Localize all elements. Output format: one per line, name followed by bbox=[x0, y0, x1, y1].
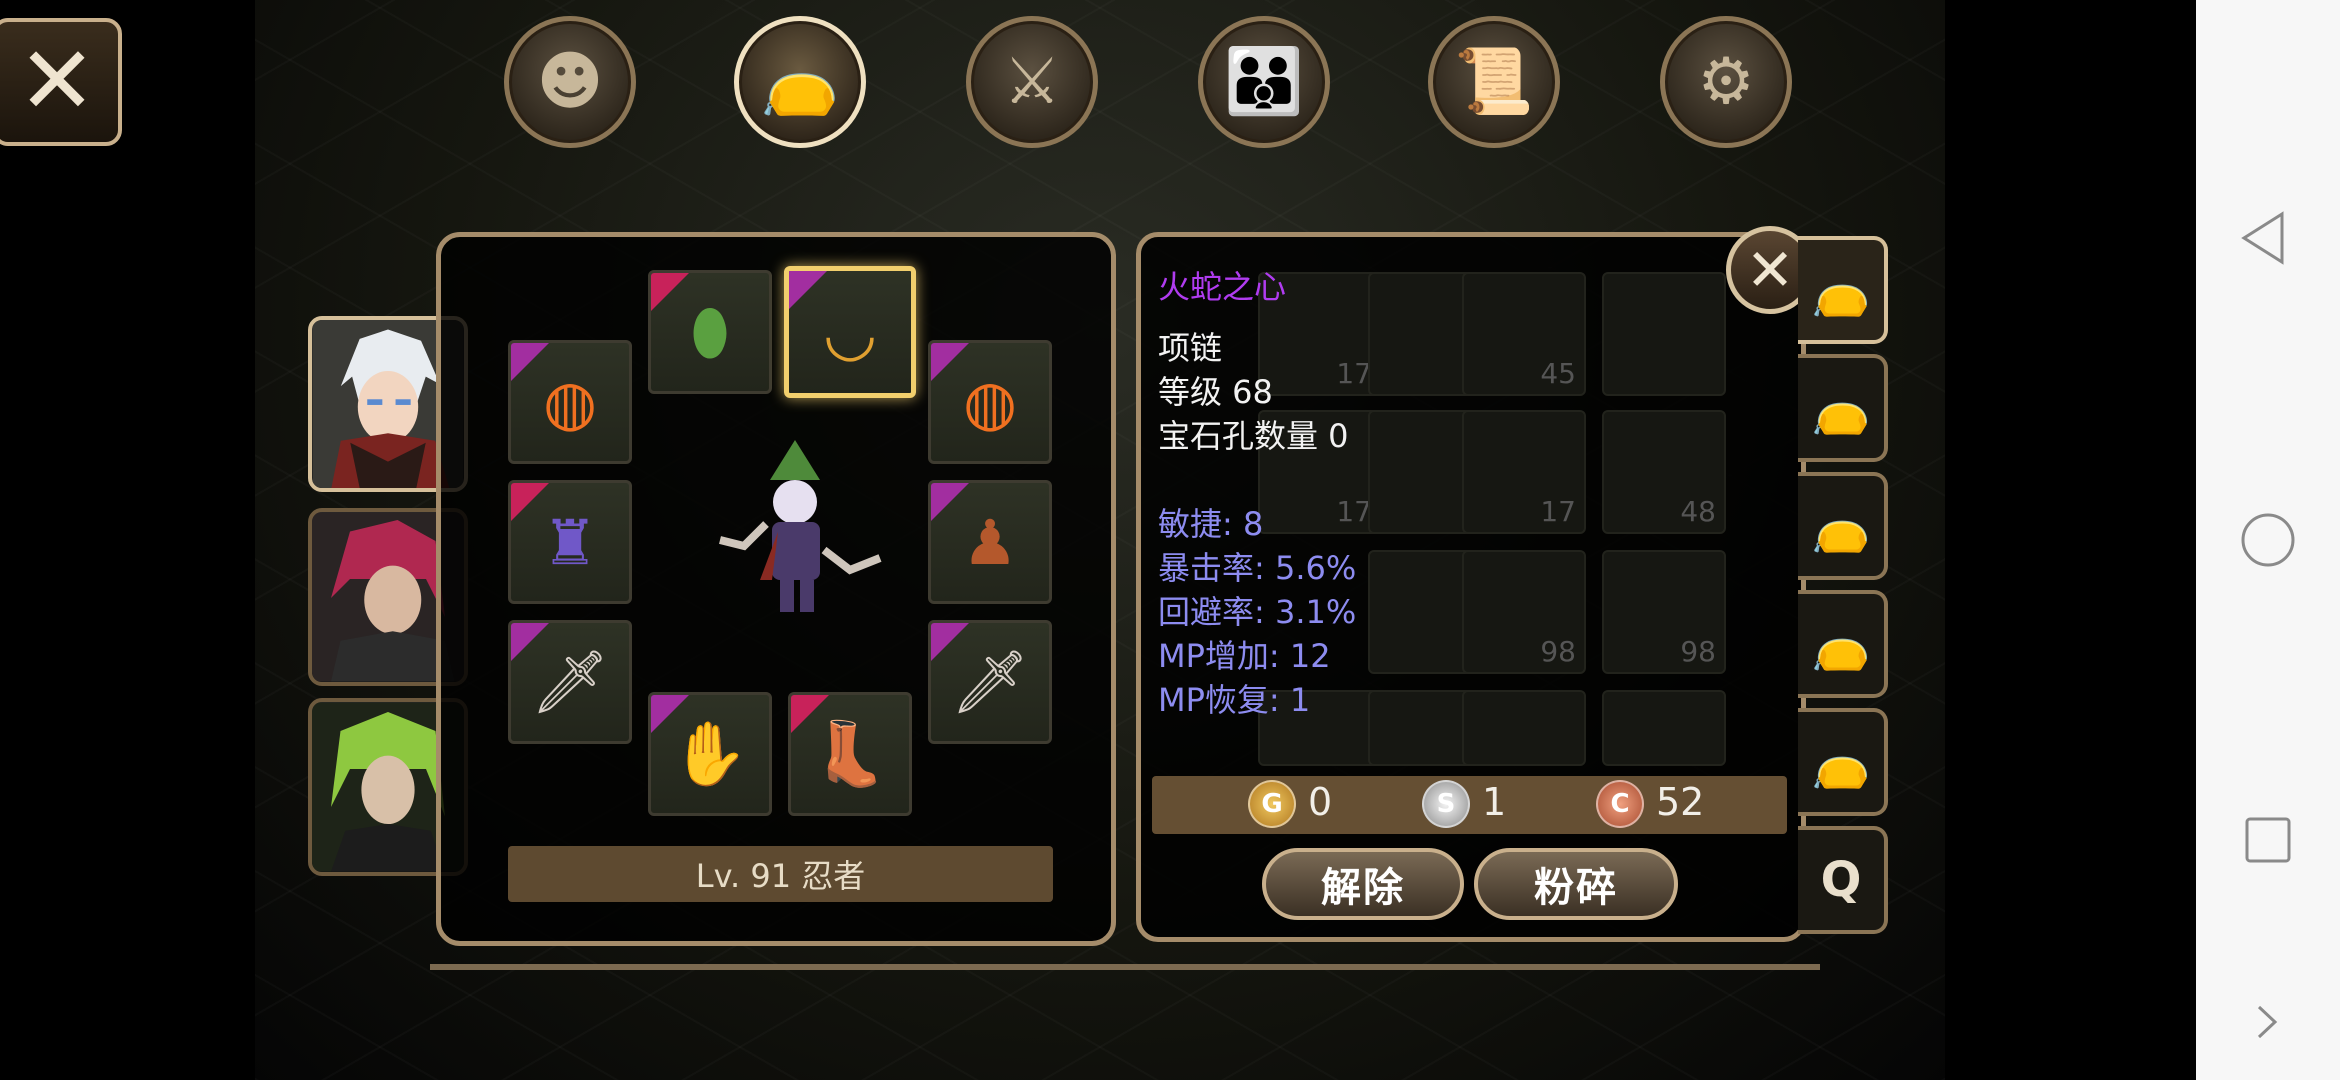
brown-vest-icon: ♟ bbox=[962, 505, 1018, 579]
inventory-cell[interactable]: 98 bbox=[1462, 550, 1586, 674]
bag-icon: 👝 bbox=[1811, 734, 1871, 791]
close-icon: ✕ bbox=[1745, 236, 1795, 304]
home-icon[interactable] bbox=[2240, 512, 2296, 568]
inventory-cell[interactable]: 98 bbox=[1602, 550, 1726, 674]
green-hood-icon: ⬮ bbox=[690, 295, 730, 368]
back-icon[interactable] bbox=[2238, 210, 2288, 266]
inventory-cell[interactable] bbox=[1602, 690, 1726, 766]
equip-slot-helmet[interactable]: ⬮ bbox=[648, 270, 772, 394]
item-stat: 暴击率: 5.6% bbox=[1158, 549, 1357, 587]
equip-slot-necklace[interactable]: ◡ bbox=[784, 266, 916, 398]
equip-slot-cloak[interactable]: ♟ bbox=[928, 480, 1052, 604]
tab-inventory[interactable]: 👝 bbox=[734, 16, 866, 148]
bag-tab-quest[interactable]: Q bbox=[1798, 826, 1888, 934]
fire-ring-icon: ◍ bbox=[962, 365, 1018, 439]
equip-slot-boots[interactable]: 👢 bbox=[788, 692, 912, 816]
item-sockets: 宝石孔数量 0 bbox=[1158, 417, 1349, 455]
item-stat: MP增加: 12 bbox=[1158, 637, 1331, 675]
tab-quest[interactable]: 📜 bbox=[1428, 16, 1560, 148]
item-stat: 回避率: 3.1% bbox=[1158, 593, 1357, 631]
bag-icon: 👝 bbox=[1811, 380, 1871, 437]
item-stat: 敏捷: 8 bbox=[1158, 505, 1264, 543]
bag-tab-3[interactable]: 👝 bbox=[1798, 472, 1888, 580]
recents-icon[interactable] bbox=[2244, 816, 2292, 864]
item-count: 98 bbox=[1540, 635, 1576, 668]
item-stat: MP恢复: 1 bbox=[1158, 681, 1311, 719]
gauntlet-icon: ✋ bbox=[671, 717, 749, 790]
tab-character[interactable]: ☻ bbox=[504, 16, 636, 148]
system-navigation-bar bbox=[2196, 0, 2340, 1080]
necklace-icon: ◡ bbox=[822, 295, 878, 369]
fire-ring-icon: ◍ bbox=[542, 365, 598, 439]
bag-tab-5[interactable]: 👝 bbox=[1798, 708, 1888, 816]
equip-slot-gloves[interactable]: ✋ bbox=[648, 692, 772, 816]
bag-icon: 👝 bbox=[1811, 262, 1871, 319]
item-level: 等级 68 bbox=[1158, 373, 1273, 411]
gold-amount: 0 bbox=[1308, 780, 1333, 824]
inventory-cell[interactable] bbox=[1462, 690, 1586, 766]
character-level-class: Lv. 91 忍者 bbox=[508, 846, 1053, 902]
chevron-right-icon[interactable] bbox=[2254, 1004, 2280, 1040]
equip-slot-ring-right[interactable]: ◍ bbox=[928, 340, 1052, 464]
item-count: 45 bbox=[1540, 357, 1576, 390]
divider bbox=[430, 964, 1820, 970]
item-count: 17 bbox=[1336, 495, 1372, 528]
equip-slot-weapon-right[interactable]: 🗡 bbox=[928, 620, 1052, 744]
item-count: 98 bbox=[1680, 635, 1716, 668]
silver-coin-icon: S bbox=[1422, 780, 1470, 828]
item-name: 火蛇之心 bbox=[1158, 268, 1287, 306]
item-count: 17 bbox=[1540, 495, 1576, 528]
equip-slot-ring-left[interactable]: ◍ bbox=[508, 340, 632, 464]
bag-tab-2[interactable]: 👝 bbox=[1798, 354, 1888, 462]
gold-coin-icon: G bbox=[1248, 780, 1296, 828]
bag-icon: 👝 bbox=[1811, 498, 1871, 555]
inventory-cell[interactable]: 17 bbox=[1462, 410, 1586, 534]
item-count: 48 bbox=[1680, 495, 1716, 528]
scroll-icon: 📜 bbox=[1454, 45, 1534, 119]
item-count: 17 bbox=[1336, 357, 1372, 390]
close-menu-button[interactable]: ✕ bbox=[0, 18, 122, 146]
quest-bag-label: Q bbox=[1820, 852, 1862, 908]
people-icon: 👪 bbox=[1224, 45, 1304, 119]
tab-settings[interactable]: ⚙ bbox=[1660, 16, 1792, 148]
gear-icon: ⚙ bbox=[1697, 45, 1755, 119]
item-type: 项链 bbox=[1158, 329, 1223, 367]
silver-amount: 1 bbox=[1482, 780, 1507, 824]
copper-coin-icon: C bbox=[1596, 780, 1644, 828]
boot-icon: 👢 bbox=[811, 717, 889, 790]
crossed-sword-icon: ⚔ bbox=[1003, 45, 1061, 119]
purple-armor-icon: ♜ bbox=[542, 505, 598, 579]
character-sprite bbox=[719, 440, 882, 612]
tab-skills[interactable]: ⚔ bbox=[966, 16, 1098, 148]
inventory-cell[interactable]: 48 bbox=[1602, 410, 1726, 534]
unequip-button[interactable]: 解除 bbox=[1262, 848, 1464, 920]
tab-party[interactable]: 👪 bbox=[1198, 16, 1330, 148]
head-silhouette-icon: ☻ bbox=[536, 45, 604, 119]
bag-tab-4[interactable]: 👝 bbox=[1798, 590, 1888, 698]
bag-icon: 👝 bbox=[1811, 616, 1871, 673]
equip-slot-weapon-left[interactable]: 🗡 bbox=[508, 620, 632, 744]
bag-tab-1[interactable]: 👝 bbox=[1798, 236, 1888, 344]
inventory-cell[interactable] bbox=[1602, 272, 1726, 396]
smash-button[interactable]: 粉碎 bbox=[1474, 848, 1678, 920]
inventory-cell[interactable]: 45 bbox=[1462, 272, 1586, 396]
dagger-icon: 🗡 bbox=[950, 645, 1030, 718]
close-icon: ✕ bbox=[17, 27, 97, 136]
dagger-icon: 🗡 bbox=[530, 645, 610, 718]
copper-amount: 52 bbox=[1656, 780, 1705, 824]
equip-slot-armor[interactable]: ♜ bbox=[508, 480, 632, 604]
bag-icon: 👝 bbox=[760, 45, 840, 119]
